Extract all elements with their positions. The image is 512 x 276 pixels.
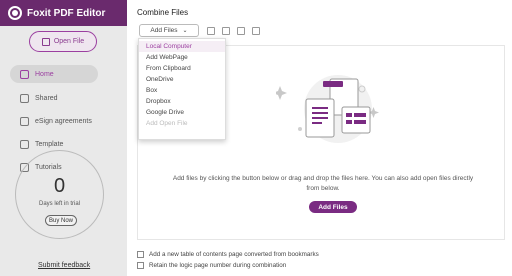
add-files-menu: Local Computer Add WebPage From Clipboar… bbox=[138, 38, 226, 140]
menu-item-onedrive[interactable]: OneDrive bbox=[139, 74, 225, 85]
trial-days-count: 0 bbox=[53, 175, 66, 197]
sort-icon[interactable] bbox=[237, 27, 245, 35]
menu-item-add-open-file: Add Open File bbox=[146, 120, 188, 127]
option-label: Retain the logic page number during comb… bbox=[149, 262, 287, 269]
sidebar-item-label: eSign agreements bbox=[35, 117, 92, 125]
option-retain-page-number[interactable]: Retain the logic page number during comb… bbox=[137, 262, 286, 269]
page-title: Combine Files bbox=[137, 8, 189, 17]
template-icon bbox=[20, 139, 29, 149]
menu-item-local-computer[interactable]: Local Computer bbox=[139, 41, 225, 52]
sidebar-item-home[interactable]: Home bbox=[10, 65, 98, 83]
sidebar-item-shared[interactable]: Shared bbox=[10, 89, 98, 107]
files-illustration-icon bbox=[276, 75, 379, 143]
drop-instructions: Add files by clicking the button below o… bbox=[172, 175, 474, 192]
menu-item-box[interactable]: Box bbox=[139, 85, 225, 96]
grid-view-icon[interactable] bbox=[222, 27, 230, 35]
menu-item-dropbox[interactable]: Dropbox bbox=[139, 96, 225, 107]
option-toc-bookmarks[interactable]: Add a new table of contents page convert… bbox=[137, 251, 319, 258]
add-files-button[interactable]: Add Files bbox=[309, 201, 357, 213]
menu-item-add-webpage[interactable]: Add WebPage bbox=[139, 52, 225, 63]
sidebar-item-label: Shared bbox=[35, 94, 58, 102]
main-panel: Combine Files Add files by clicking the … bbox=[127, 0, 512, 276]
trial-widget: 0 Days left in trial Buy Now bbox=[15, 150, 104, 239]
add-files-dropdown-label: Add Files bbox=[150, 27, 178, 34]
add-files-dropdown-button[interactable]: Add Files ⌄ bbox=[139, 24, 199, 37]
trial-days-label: Days left in trial bbox=[38, 201, 80, 207]
option-label: Add a new table of contents page convert… bbox=[149, 251, 319, 258]
buy-now-button[interactable]: Buy Now bbox=[45, 215, 77, 226]
retain-page-checkbox[interactable] bbox=[137, 262, 144, 269]
home-icon bbox=[20, 69, 29, 79]
sidebar-item-label: Home bbox=[35, 70, 54, 78]
esign-icon bbox=[20, 116, 29, 126]
chevron-down-icon: ⌄ bbox=[182, 28, 188, 34]
submit-feedback-link[interactable]: Submit feedback bbox=[38, 262, 90, 269]
sort-order-icon[interactable] bbox=[252, 27, 260, 35]
menu-item-google-drive[interactable]: Google Drive bbox=[139, 107, 225, 118]
list-view-icon[interactable] bbox=[207, 27, 215, 35]
open-file-label: Open File bbox=[53, 38, 85, 45]
sidebar-item-label: Template bbox=[35, 140, 64, 148]
sidebar-item-esign[interactable]: eSign agreements bbox=[10, 112, 98, 130]
app-title: Foxit PDF Editor bbox=[27, 7, 106, 19]
folder-icon bbox=[41, 37, 50, 46]
sidebar: Foxit PDF Editor Open File Home Shared e… bbox=[0, 0, 127, 276]
toc-checkbox[interactable] bbox=[137, 251, 144, 258]
foxit-logo-icon bbox=[8, 6, 22, 20]
open-file-button[interactable]: Open File bbox=[29, 31, 97, 52]
app-header: Foxit PDF Editor bbox=[0, 0, 127, 26]
menu-item-from-clipboard[interactable]: From Clipboard bbox=[139, 63, 225, 74]
shared-icon bbox=[20, 93, 29, 103]
